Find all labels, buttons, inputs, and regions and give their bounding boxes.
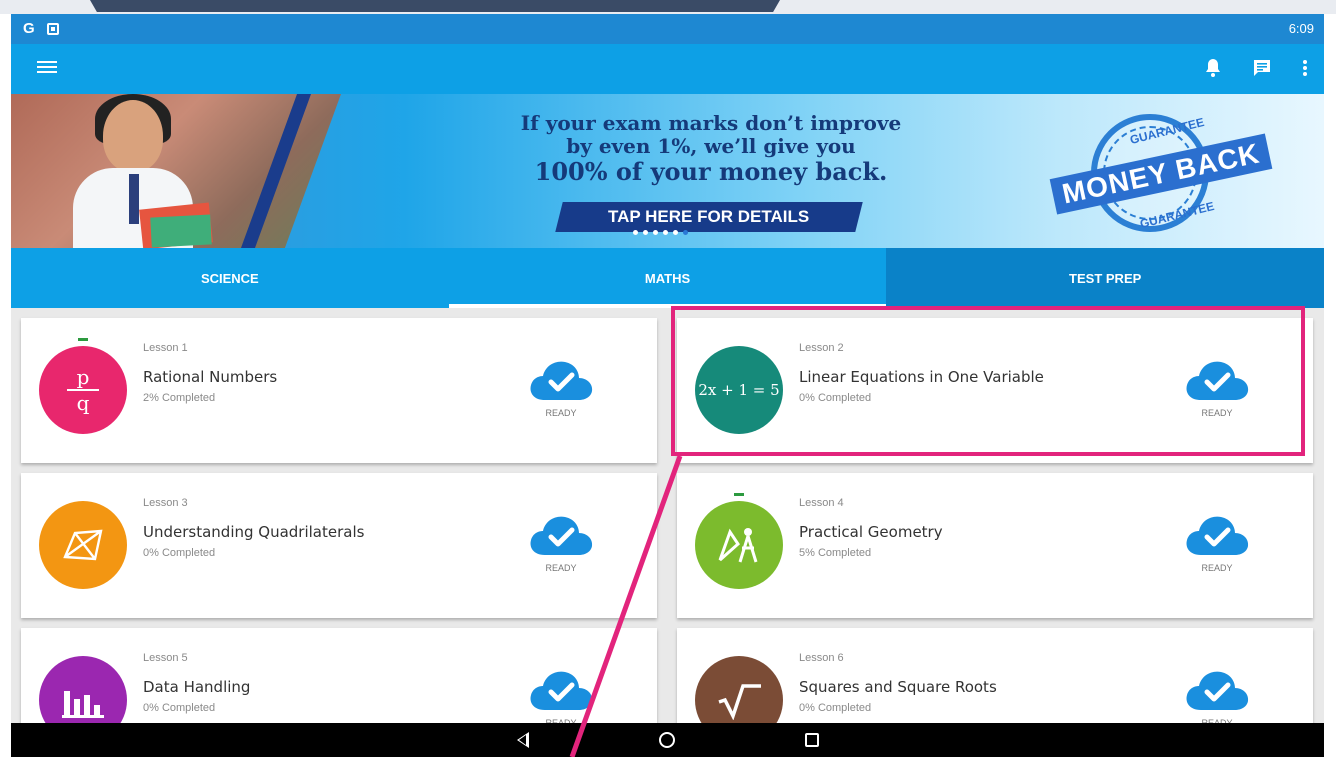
tablet-screen: G 6:09 If your exam marks don’t improve …: [11, 14, 1324, 757]
tab-science[interactable]: SCIENCE: [11, 248, 449, 308]
progress-tick: [734, 493, 744, 496]
back-icon[interactable]: [516, 732, 529, 748]
app-a-icon: [46, 22, 59, 35]
lesson-grid: p q Lesson 1 Rational Numbers 2% Completed RE…: [11, 308, 1324, 757]
lesson-status: READY: [1201, 408, 1233, 418]
lesson-card-1[interactable]: p q Lesson 1 Rational Numbers 2% Completed RE…: [21, 318, 657, 463]
recents-icon[interactable]: [804, 733, 819, 747]
lesson-number: Lesson 6: [799, 652, 844, 664]
lesson-progress: 0% Completed: [799, 702, 872, 714]
lesson-number: Lesson 3: [143, 497, 188, 509]
lesson-status: READY: [1201, 563, 1233, 573]
lesson-status: READY: [545, 563, 577, 573]
progress-tick: [78, 338, 88, 341]
lesson-progress: 0% Completed: [143, 547, 216, 559]
banner-line-2: by even 1%, we’ll give you: [566, 134, 856, 158]
toolbar-actions: [1204, 58, 1308, 83]
screenshot-frame: G 6:09 If your exam marks don’t improve …: [0, 0, 1336, 757]
lesson-progress: 0% Completed: [799, 392, 872, 404]
banner-headline: If your exam marks don’t improve by even…: [481, 112, 941, 186]
lesson-progress: 0% Completed: [143, 702, 216, 714]
tap-details-button[interactable]: TAP HERE FOR DETAILS: [555, 202, 863, 232]
equation-icon: 2x + 1 = 5: [695, 346, 783, 434]
banner-line-1: If your exam marks don’t improve: [520, 111, 902, 135]
banner-line-3: 100% of your money back.: [534, 157, 888, 186]
lesson-number: Lesson 5: [143, 652, 188, 664]
money-back-seal: GUARANTEE MONEY BACK GUARANTEE: [1049, 110, 1273, 232]
cloud-check-icon[interactable]: [1183, 513, 1251, 559]
lesson-title: Data Handling: [143, 678, 251, 696]
lesson-title: Linear Equations in One Variable: [799, 368, 1044, 386]
status-time: 6:09: [1288, 21, 1314, 36]
bell-icon[interactable]: [1204, 58, 1222, 83]
promo-banner[interactable]: If your exam marks don’t improve by even…: [11, 94, 1324, 248]
home-icon[interactable]: [658, 732, 675, 748]
android-nav-bar: [11, 723, 1324, 757]
lesson-number: Lesson 2: [799, 342, 844, 354]
cloud-check-icon[interactable]: [527, 358, 595, 404]
carousel-dot[interactable]: [683, 230, 688, 235]
more-vert-icon[interactable]: [1302, 58, 1308, 83]
cloud-check-icon[interactable]: [527, 513, 595, 559]
google-icon: G: [23, 20, 35, 37]
lesson-card-2[interactable]: 2x + 1 = 5 Lesson 2 Linear Equations in On…: [677, 318, 1313, 463]
cloud-check-icon[interactable]: [1183, 358, 1251, 404]
lesson-card-4[interactable]: Lesson 4 Practical Geometry 5% Completed RE…: [677, 473, 1313, 618]
fraction-numerator: p: [76, 365, 90, 389]
app-toolbar: [11, 44, 1324, 94]
carousel-dot[interactable]: [633, 230, 638, 235]
carousel-dot[interactable]: [643, 230, 648, 235]
lesson-number: Lesson 4: [799, 497, 844, 509]
carousel-dot[interactable]: [673, 230, 678, 235]
fraction-p-over-q-icon: pq: [39, 346, 127, 434]
status-icons: G: [23, 20, 59, 37]
compass-ruler-icon: [695, 501, 783, 589]
tap-details-label: TAP HERE FOR DETAILS: [608, 207, 810, 226]
fraction-denominator: q: [76, 391, 90, 415]
lesson-progress: 5% Completed: [799, 547, 872, 559]
hamburger-menu-icon[interactable]: [37, 58, 57, 78]
lesson-title: Practical Geometry: [799, 523, 943, 541]
carousel-dots[interactable]: [633, 230, 688, 235]
cloud-check-icon[interactable]: [527, 668, 595, 714]
subject-tabs: SCIENCE MATHS TEST PREP: [11, 248, 1324, 308]
chat-icon[interactable]: [1252, 58, 1272, 83]
lesson-title: Rational Numbers: [143, 368, 278, 386]
carousel-dot[interactable]: [653, 230, 658, 235]
lesson-title: Understanding Quadrilaterals: [143, 523, 365, 541]
window-top-strip: [0, 0, 1336, 14]
tab-test-prep[interactable]: TEST PREP: [886, 248, 1324, 308]
window-notch: [90, 0, 780, 12]
status-bar: G 6:09: [11, 14, 1324, 44]
tab-maths[interactable]: MATHS: [448, 248, 887, 308]
quadrilateral-icon: [39, 501, 127, 589]
lesson-card-3[interactable]: Lesson 3 Understanding Quadrilaterals 0% C…: [21, 473, 657, 618]
cloud-check-icon[interactable]: [1183, 668, 1251, 714]
carousel-dot[interactable]: [663, 230, 668, 235]
lesson-progress: 2% Completed: [143, 392, 216, 404]
lesson-status: READY: [545, 408, 577, 418]
lesson-title: Squares and Square Roots: [799, 678, 997, 696]
lesson-number: Lesson 1: [143, 342, 188, 354]
equation-text: 2x + 1 = 5: [698, 381, 780, 399]
